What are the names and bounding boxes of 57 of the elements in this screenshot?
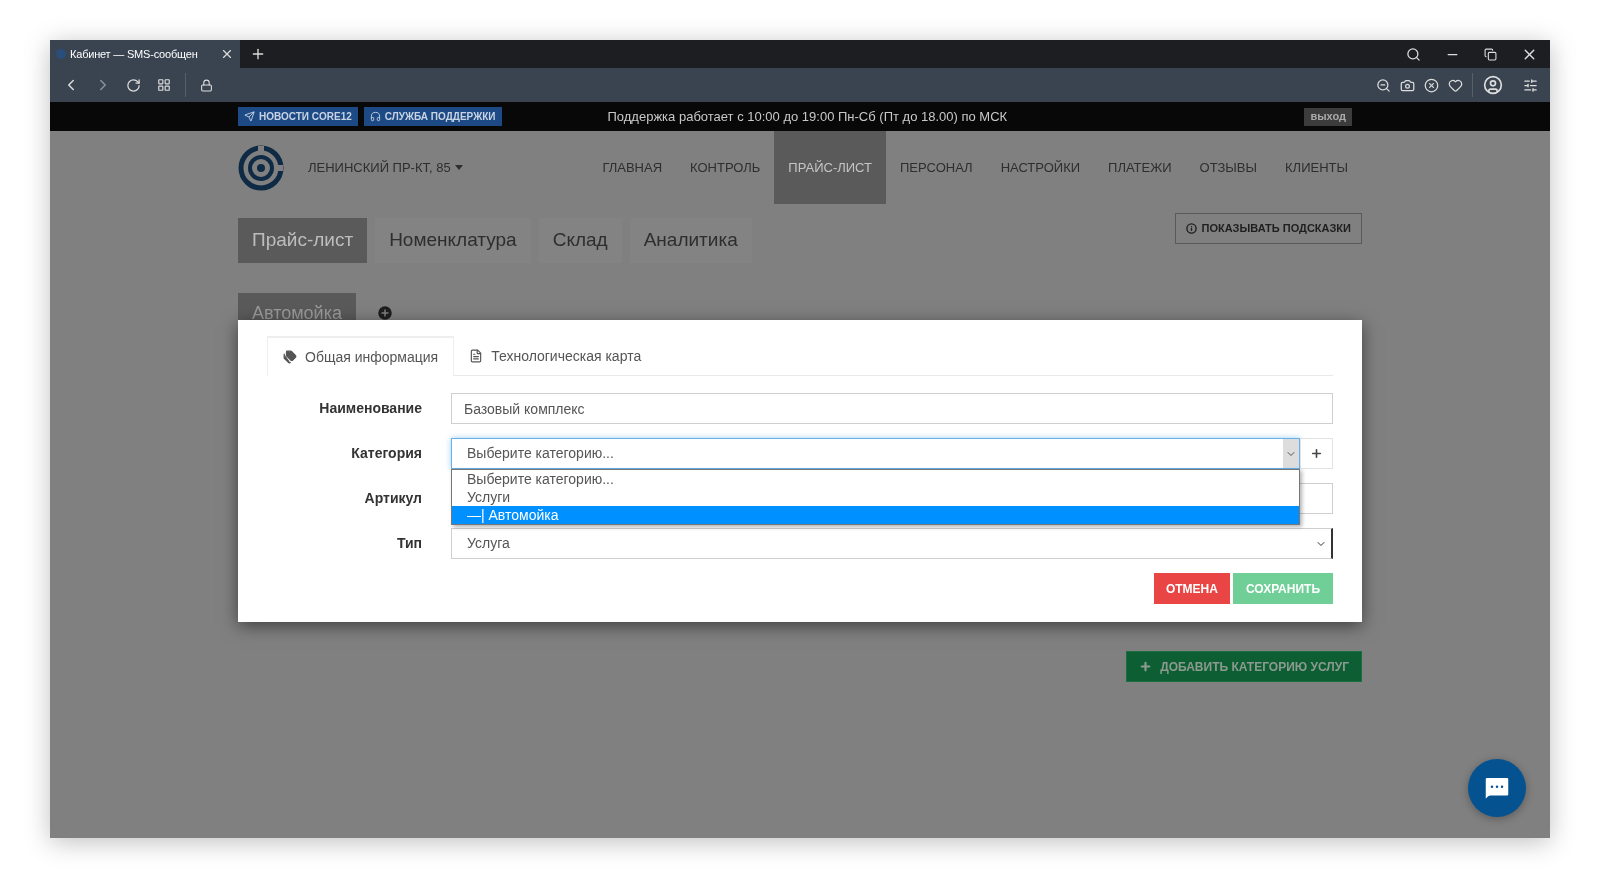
nav-link[interactable]: ПЕРСОНАЛ	[886, 131, 987, 204]
text-field[interactable]: Базовый комплекс	[451, 393, 1333, 424]
favicon-icon	[56, 49, 66, 59]
nav-link[interactable]: КЛИЕНТЫ	[1271, 131, 1362, 204]
grid-icon[interactable]	[157, 78, 171, 92]
notice-button[interactable]: НОВОСТИ CORE12	[238, 107, 358, 126]
zoom-icon[interactable]	[1376, 77, 1391, 93]
nav-link[interactable]: ГЛАВНАЯ	[588, 131, 677, 204]
settings-icon[interactable]	[1523, 77, 1538, 93]
location-dropdown[interactable]: ЛЕНИНСКИЙ ПР-КТ, 85	[308, 157, 463, 178]
dropdown-option[interactable]: —| Автомойка	[452, 506, 1299, 524]
add-category-button[interactable]: ДОБАВИТЬ КАТЕГОРИЮ УСЛУГ	[1126, 651, 1362, 682]
field-label: Наименование	[318, 399, 422, 418]
nav-link[interactable]: ПРАЙС-ЛИСТ	[774, 131, 886, 204]
info-icon	[1186, 223, 1198, 234]
notice-button[interactable]: СЛУЖБА ПОДДЕРЖКИ	[363, 107, 502, 126]
select-field[interactable]: Услуга	[451, 528, 1333, 559]
select-field[interactable]: Выберите категорию...	[451, 438, 1300, 469]
close-icon[interactable]	[220, 47, 234, 61]
restore-icon[interactable]	[1484, 47, 1497, 61]
document-icon	[469, 349, 484, 363]
camera-icon[interactable]	[1400, 77, 1415, 93]
nav-link[interactable]: НАСТРОЙКИ	[986, 131, 1095, 204]
reload-icon[interactable]	[126, 77, 141, 93]
nav-link[interactable]: ОТЗЫВЫ	[1185, 131, 1272, 204]
section-tab[interactable]: Прайс-лист	[238, 218, 368, 263]
paper-plane-icon	[244, 111, 255, 122]
search-icon[interactable]	[1406, 46, 1421, 62]
field-label: Категория	[350, 444, 422, 463]
tab-title: Кабинет — SMS-сообщен	[70, 46, 199, 62]
chat-button[interactable]	[1468, 759, 1526, 817]
support-hours-text: Поддержка работает с 10:00 до 19:00 Пн-Сб (Пт до 18.00) по МСК	[607, 107, 1008, 126]
dropdown-option[interactable]: Выберите категорию...	[452, 470, 1299, 488]
logout-button[interactable]: выход	[1304, 107, 1352, 126]
profile-icon[interactable]	[1483, 75, 1503, 95]
logo-icon	[238, 144, 284, 191]
dropdown-option[interactable]: Услуги	[452, 488, 1299, 506]
block-icon[interactable]	[1424, 77, 1439, 93]
browser-tab[interactable]: Кабинет — SMS-сообщен	[50, 40, 240, 68]
add-circle-icon[interactable]	[375, 304, 394, 322]
tags-icon	[283, 350, 297, 364]
save-button[interactable]: СОХРАНИТЬ	[1232, 573, 1333, 604]
heart-icon[interactable]	[1448, 77, 1463, 93]
field-label: Артикул	[363, 489, 422, 508]
cancel-button[interactable]: ОТМЕНА	[1153, 573, 1230, 604]
plus-icon	[1310, 447, 1323, 460]
modal-tab[interactable]: Общая информация	[267, 336, 455, 376]
nav-link[interactable]: ПЛАТЕЖИ	[1094, 131, 1186, 204]
caret-icon	[454, 165, 463, 170]
hints-button[interactable]: ПОКАЗЫВАТЬ ПОДСКАЗКИ	[1175, 213, 1362, 244]
modal-tab[interactable]: Технологическая карта	[454, 336, 657, 376]
lock-icon	[200, 78, 213, 92]
headset-icon	[369, 111, 381, 122]
plus-icon	[1139, 660, 1153, 673]
new-tab-icon[interactable]	[250, 46, 266, 62]
nav-link[interactable]: КОНТРОЛЬ	[676, 131, 775, 204]
field-label: Тип	[395, 534, 422, 553]
